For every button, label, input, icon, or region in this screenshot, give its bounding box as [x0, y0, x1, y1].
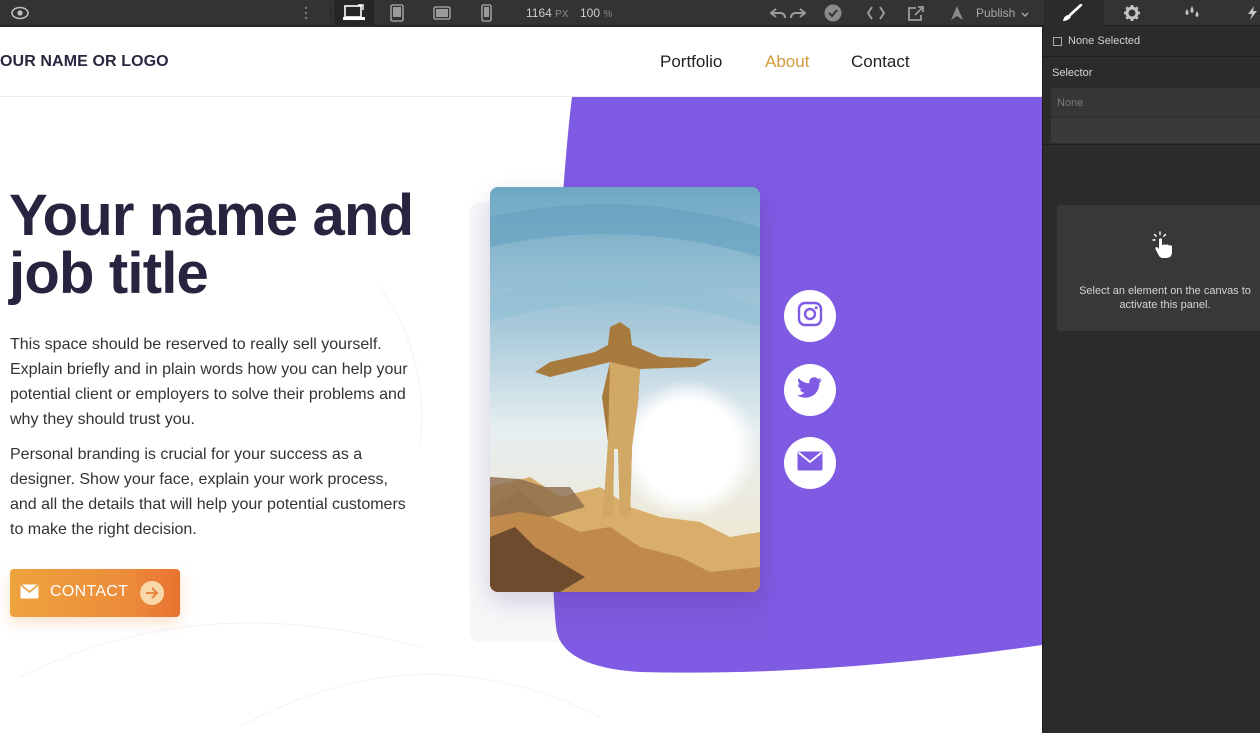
email-button[interactable]	[784, 437, 836, 489]
hero-paragraph-2[interactable]: Personal branding is crucial for your su…	[10, 442, 410, 542]
check-icon[interactable]	[822, 0, 844, 26]
selection-status[interactable]: None Selected	[1053, 35, 1140, 47]
arrow-right-icon	[140, 581, 164, 605]
zoom-readout[interactable]: 100 %	[580, 0, 612, 26]
publish-label[interactable]: Publish	[976, 6, 1015, 20]
nav-link-portfolio[interactable]: Portfolio	[660, 52, 722, 72]
undo-icon[interactable]	[768, 0, 788, 26]
panel-divider	[1043, 144, 1260, 145]
canvas-width-unit: PX	[555, 9, 569, 20]
panel-divider	[1043, 56, 1260, 57]
publish-icon[interactable]	[946, 0, 968, 26]
editor-toolbar: 1164 PX 100 % Publish	[0, 0, 1260, 26]
bolt-icon[interactable]	[1244, 0, 1260, 26]
editor-app: 1164 PX 100 % Publish OUR NAME OR LOGO P…	[0, 0, 1260, 733]
tablet-landscape-icon[interactable]	[428, 0, 456, 26]
publish-menu[interactable]: Publish	[976, 0, 1029, 26]
empty-state-hint: Select an element on the canvas to activ…	[1079, 285, 1251, 311]
zoom-unit: %	[603, 9, 613, 20]
chevron-down-icon	[1021, 1, 1029, 27]
tablet-icon[interactable]	[384, 0, 410, 26]
gear-icon[interactable]	[1120, 0, 1144, 26]
selection-checkbox[interactable]	[1053, 36, 1062, 46]
contact-button[interactable]: CONTACT	[10, 569, 180, 617]
zoom-value[interactable]: 100	[580, 6, 600, 20]
hero-paragraph-1[interactable]: This space should be reserved to really …	[10, 332, 410, 432]
export-icon[interactable]	[904, 0, 928, 26]
email-icon	[797, 451, 823, 476]
site-navbar: OUR NAME OR LOGO Portfolio About Contact	[0, 27, 1042, 97]
pointer-click-icon	[1151, 231, 1175, 262]
desktop-icon[interactable]	[338, 0, 370, 26]
site-logo[interactable]: OUR NAME OR LOGO	[0, 53, 169, 71]
hero-title-line-2: job title	[9, 241, 209, 306]
instagram-icon	[797, 301, 823, 332]
brush-icon[interactable]	[1058, 0, 1086, 26]
twitter-icon	[797, 376, 823, 404]
nav-link-contact[interactable]: Contact	[851, 52, 910, 72]
hero-title-line-1: Your name and	[9, 183, 414, 248]
drops-icon[interactable]	[1180, 0, 1204, 26]
selector-label: Selector	[1052, 67, 1093, 79]
drag-handle-icon[interactable]	[300, 0, 312, 26]
empty-state-card: Select an element on the canvas to activ…	[1057, 205, 1260, 331]
canvas-width-readout[interactable]: 1164 PX	[526, 0, 569, 26]
twitter-button[interactable]	[784, 364, 836, 416]
design-canvas[interactable]: OUR NAME OR LOGO Portfolio About Contact…	[0, 27, 1042, 733]
mail-icon	[20, 584, 39, 604]
style-panel: None Selected Selector None Select an el…	[1042, 27, 1260, 733]
canvas-width-value[interactable]: 1164	[526, 6, 552, 20]
nav-link-about[interactable]: About	[765, 52, 809, 72]
instagram-button[interactable]	[784, 290, 836, 342]
eye-icon[interactable]	[8, 0, 32, 26]
selector-input[interactable]: None	[1051, 88, 1260, 118]
code-icon[interactable]	[864, 0, 888, 26]
contact-button-label: CONTACT	[50, 583, 129, 600]
none-selected-label: None Selected	[1068, 35, 1141, 47]
phone-icon[interactable]	[476, 0, 496, 26]
redo-icon[interactable]	[788, 0, 808, 26]
hero-photo[interactable]	[490, 187, 760, 592]
hero-title[interactable]: Your name and job title	[9, 187, 449, 303]
selector-box: None	[1051, 87, 1260, 143]
